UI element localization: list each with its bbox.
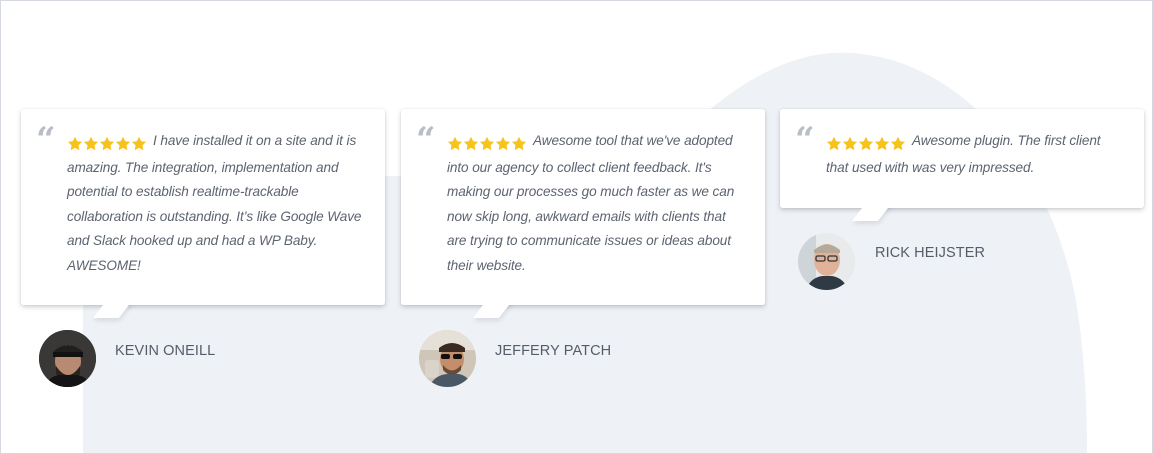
star-icon [511, 136, 527, 151]
star-rating [447, 131, 527, 156]
star-icon [447, 136, 463, 151]
testimonial-card: “ Awesome plugin. The first client that … [780, 109, 1144, 221]
author-name: JEFFERY PATCH [495, 343, 612, 359]
star-icon [495, 136, 511, 151]
quote-icon: “ [36, 120, 56, 160]
star-icon [874, 136, 890, 151]
star-icon [463, 136, 479, 151]
star-rating [67, 131, 147, 156]
testimonial-card: “ Awesome tool that we've adopted into o… [401, 109, 765, 318]
review-text: Awesome plugin. The first client that us… [826, 131, 1101, 175]
star-icon [67, 136, 83, 151]
star-icon [890, 136, 906, 151]
testimonial-card: “ I have installed it on a site and it i… [21, 109, 385, 318]
star-icon [826, 136, 842, 151]
star-icon [115, 136, 131, 151]
avatar [798, 233, 855, 290]
star-icon [479, 136, 495, 151]
testimonials-section: “ I have installed it on a site and it i… [0, 0, 1153, 454]
star-icon [83, 136, 99, 151]
quote-icon: “ [795, 120, 815, 160]
star-icon [99, 136, 115, 151]
author-name: RICK HEIJSTER [875, 245, 986, 261]
avatar [39, 330, 96, 387]
author-name: KEVIN ONEILL [115, 343, 216, 359]
quote-icon: “ [416, 120, 436, 160]
review-text: Awesome tool that we've adopted into our… [447, 131, 735, 273]
avatar [419, 330, 476, 387]
star-icon [842, 136, 858, 151]
review-text: I have installed it on a site and it is … [67, 131, 362, 273]
star-icon [858, 136, 874, 151]
star-rating [826, 131, 906, 156]
star-icon [131, 136, 147, 151]
